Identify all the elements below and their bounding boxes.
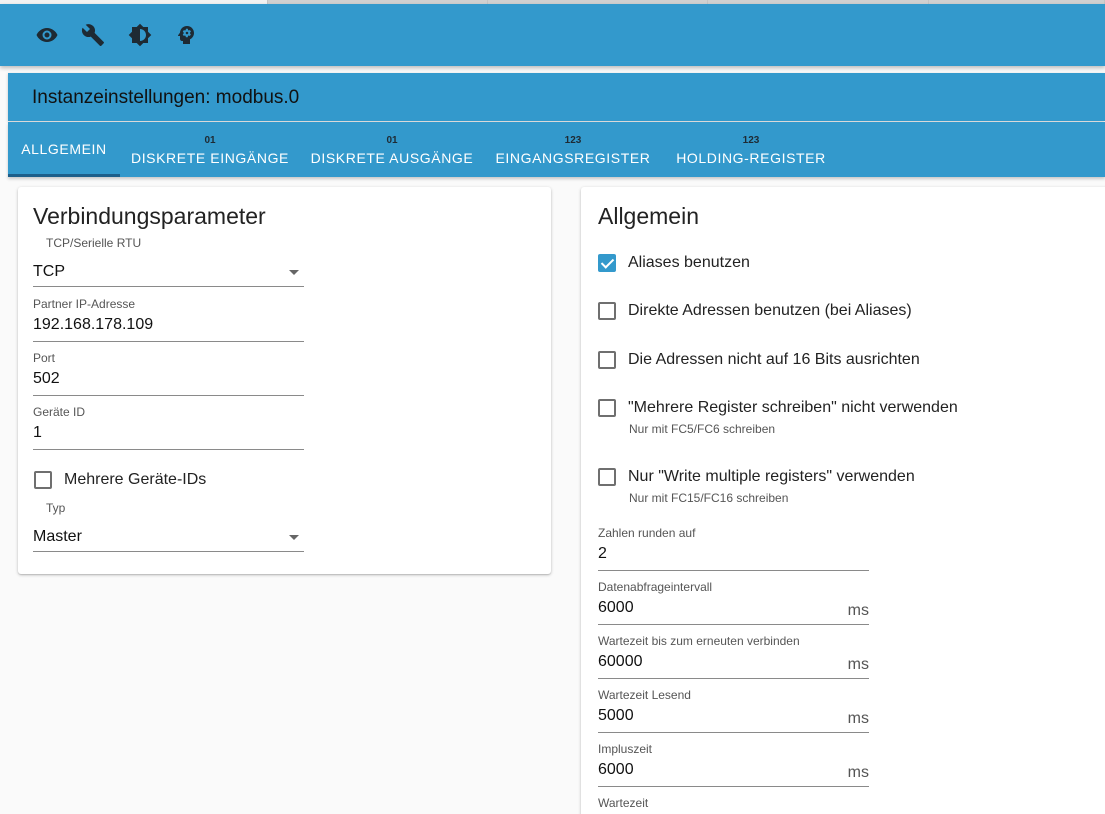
field-value: 2	[598, 545, 607, 562]
field-unit: ms	[847, 710, 869, 727]
checkbox-box[interactable]	[598, 468, 616, 486]
dropdown-arrow-icon	[289, 535, 299, 540]
field-value: 60000	[598, 653, 643, 670]
only-write-multiple-checkbox[interactable]: Nur "Write multiple registers" verwenden…	[598, 468, 1018, 508]
field-value: 5000	[598, 707, 634, 724]
dialog-header: Instanzeinstellungen: modbus.0	[8, 73, 1105, 121]
settings-tabs: ALLGEMEIN 01 DISKRETE EINGÄNGE 01 DISKRE…	[8, 122, 1105, 177]
checkbox-label: Aliases benutzen	[628, 254, 750, 271]
field-underline	[598, 678, 869, 679]
checkbox-label: Die Adressen nicht auf 16 Bits ausrichte…	[628, 351, 920, 368]
field-underline	[598, 570, 869, 571]
select-label: Typ	[46, 501, 66, 515]
checkbox-label: Direkte Adressen benutzen (bei Aliases)	[628, 302, 912, 319]
field-value: 6000	[598, 761, 634, 778]
field-underline	[33, 395, 304, 396]
dropdown-arrow-icon	[289, 270, 299, 275]
tab-label: ALLGEMEIN	[21, 141, 107, 157]
checkbox-label: Nur "Write multiple registers" verwenden	[628, 468, 915, 485]
brightness-icon[interactable]	[128, 23, 152, 47]
field-unit: ms	[847, 656, 869, 673]
aliases-checkbox[interactable]: Aliases benutzen	[598, 254, 998, 274]
tab-allgemein[interactable]: ALLGEMEIN	[8, 122, 120, 177]
tab-holding-register[interactable]: 123 HOLDING-REGISTER	[673, 122, 829, 177]
field-label: Datenabfrageintervall	[598, 580, 713, 594]
select-underline	[33, 286, 304, 287]
field-underline	[598, 786, 869, 787]
tab-label: HOLDING-REGISTER	[676, 150, 826, 166]
field-label: Port	[33, 351, 56, 365]
field-value: 192.168.178.109	[33, 316, 154, 333]
field-value: 6000	[598, 599, 634, 616]
field-label: Geräte ID	[33, 405, 86, 419]
tab-eingangsregister[interactable]: 123 EINGANGSREGISTER	[494, 122, 652, 177]
field-underline	[33, 449, 304, 450]
field-label: Wartezeit bis zum erneuten verbinden	[598, 634, 800, 648]
connection-panel: Verbindungsparameter TCP/Serielle RTU TC…	[18, 187, 551, 574]
checkbox-box[interactable]	[598, 254, 616, 272]
dialog-title: Instanzeinstellungen: modbus.0	[32, 87, 300, 108]
field-label: Partner IP-Adresse	[33, 297, 136, 311]
select-underline	[33, 551, 304, 552]
tab-diskrete-ausgaenge[interactable]: 01 DISKRETE AUSGÄNGE	[308, 122, 476, 177]
field-underline	[33, 341, 304, 342]
general-panel: Allgemein Aliases benutzen Direkte Adres…	[581, 187, 1105, 814]
multiple-device-ids-checkbox[interactable]: Mehrere Geräte-IDs	[34, 471, 334, 491]
numeric-icon: 123	[564, 135, 582, 146]
section-title: Allgemein	[598, 203, 699, 229]
tab-label: EINGANGSREGISTER	[495, 150, 651, 166]
checkbox-box[interactable]	[598, 351, 616, 369]
eye-icon[interactable]	[35, 23, 59, 47]
tab-diskrete-eingaenge[interactable]: 01 DISKRETE EINGÄNGE	[126, 122, 294, 177]
field-label: Impluszeit	[598, 742, 653, 756]
numeric-icon: 123	[742, 135, 760, 146]
binary-icon: 01	[204, 135, 216, 146]
select-label: TCP/Serielle RTU	[46, 236, 142, 250]
no-16bit-align-checkbox[interactable]: Die Adressen nicht auf 16 Bits ausrichte…	[598, 351, 998, 371]
tab-indicator	[8, 174, 120, 177]
direct-addresses-checkbox[interactable]: Direkte Adressen benutzen (bei Aliases)	[598, 302, 998, 322]
section-title: Verbindungsparameter	[33, 203, 266, 229]
wrench-icon[interactable]	[81, 23, 105, 47]
select-value: TCP	[33, 263, 65, 280]
checkbox-box[interactable]	[598, 399, 616, 417]
tab-label: DISKRETE AUSGÄNGE	[310, 150, 474, 166]
checkbox-box[interactable]	[598, 302, 616, 320]
field-label: Zahlen runden auf	[598, 526, 696, 540]
field-value: 1	[33, 424, 42, 441]
field-label: Wartezeit	[598, 796, 649, 810]
no-multiple-registers-checkbox[interactable]: "Mehrere Register schreiben" nicht verwe…	[598, 399, 1018, 439]
field-unit: ms	[847, 764, 869, 781]
checkbox-helper-text: Nur mit FC5/FC6 schreiben	[629, 422, 776, 436]
field-underline	[598, 732, 869, 733]
field-label: Wartezeit Lesend	[598, 688, 691, 702]
checkbox-label: "Mehrere Register schreiben" nicht verwe…	[628, 399, 958, 416]
select-value: Master	[33, 528, 82, 545]
top-toolbar	[0, 4, 1105, 66]
tab-label: DISKRETE EINGÄNGE	[130, 150, 289, 166]
checkbox-label: Mehrere Geräte-IDs	[64, 471, 207, 488]
checkbox-box[interactable]	[34, 471, 52, 489]
binary-icon: 01	[386, 135, 398, 146]
field-unit: ms	[847, 602, 869, 619]
field-value: 502	[33, 370, 60, 387]
checkbox-helper-text: Nur mit FC15/FC16 schreiben	[629, 491, 789, 505]
head-icon[interactable]	[174, 23, 198, 47]
field-underline	[598, 624, 869, 625]
